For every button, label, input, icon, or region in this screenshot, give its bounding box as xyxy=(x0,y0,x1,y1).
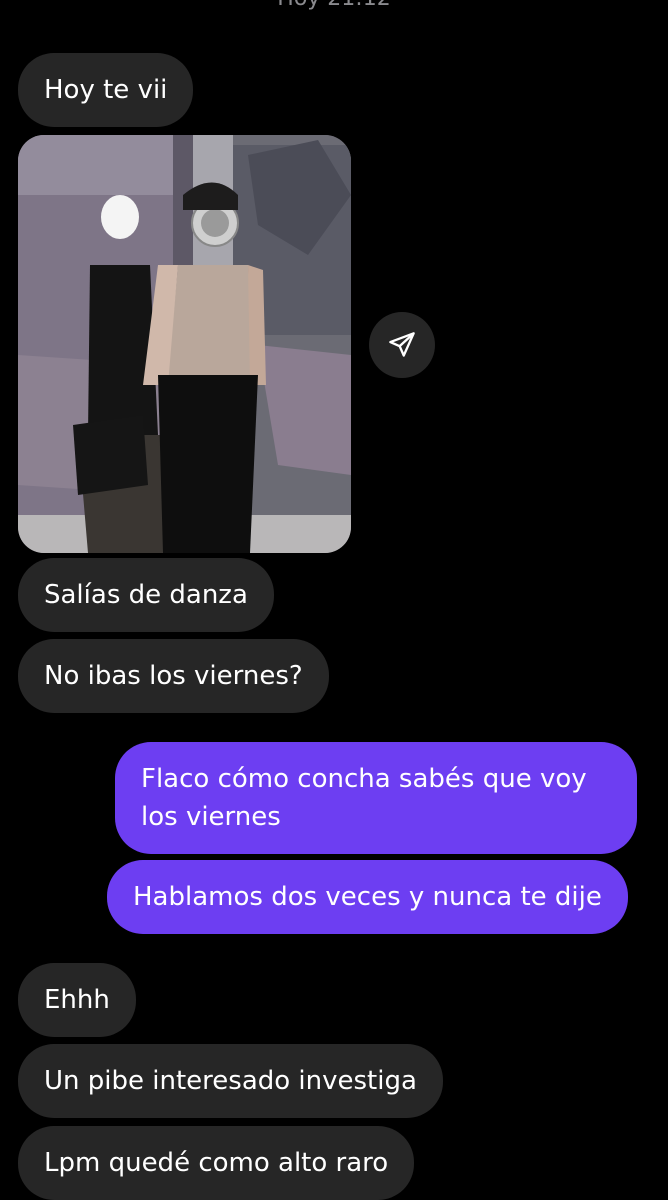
message-text-line-2: los viernes xyxy=(141,802,281,832)
message-incoming[interactable]: Lpm quedé como alto raro xyxy=(18,1126,415,1200)
photo-image xyxy=(18,135,351,553)
message-text: Ehhh xyxy=(44,985,110,1015)
message-text: Salías de danza xyxy=(44,580,248,610)
paper-plane-icon xyxy=(389,332,415,357)
message-incoming[interactable]: No ibas los viernes? xyxy=(18,639,329,713)
share-button[interactable] xyxy=(369,312,435,378)
message-text-line-1: Flaco cómo concha sabés que voy xyxy=(141,764,587,794)
message-text: Hablamos dos veces y nunca te dije xyxy=(133,882,602,912)
message-text: Lpm quedé como alto raro xyxy=(44,1148,389,1178)
message-incoming[interactable]: Un pibe interesado investiga xyxy=(18,1044,443,1118)
message-photo[interactable] xyxy=(18,135,351,553)
message-outgoing[interactable]: Flaco cómo concha sabés que voy los vier… xyxy=(115,742,637,854)
message-incoming[interactable]: Hoy te vii xyxy=(18,53,194,127)
message-text: Hoy te vii xyxy=(44,75,168,105)
message-incoming[interactable]: Salías de danza xyxy=(18,558,274,632)
message-text: No ibas los viernes? xyxy=(44,661,303,691)
conversation-timestamp: Hoy 21:12 xyxy=(0,0,668,11)
message-outgoing[interactable]: Hablamos dos veces y nunca te dije xyxy=(107,860,628,934)
message-incoming[interactable]: Ehhh xyxy=(18,963,136,1037)
message-text: Un pibe interesado investiga xyxy=(44,1066,417,1096)
